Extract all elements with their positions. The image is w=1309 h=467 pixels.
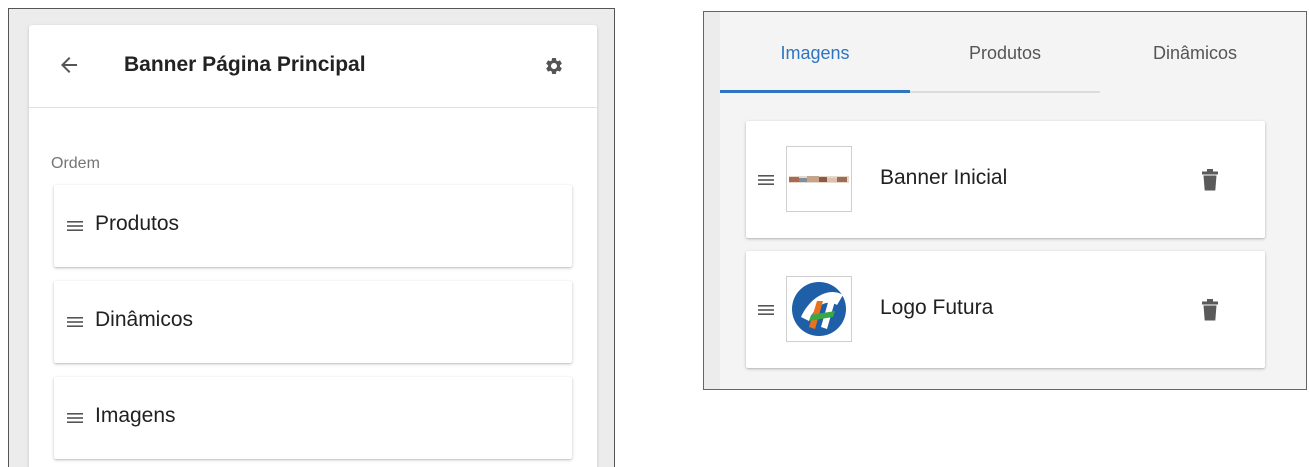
images-panel-screenshot: Imagens Produtos Dinâmicos Banner Inicia… <box>703 11 1307 390</box>
trash-icon[interactable] <box>1201 299 1219 321</box>
logo-thumbnail <box>786 276 852 342</box>
order-panel-screenshot: Banner Página Principal Ordem Produtos D… <box>8 8 615 467</box>
banner-settings-card: Banner Página Principal Ordem Produtos D… <box>29 25 597 467</box>
image-item-banner-inicial[interactable]: Banner Inicial <box>746 121 1265 238</box>
drag-handle-icon[interactable] <box>67 220 83 232</box>
page-title: Banner Página Principal <box>124 53 366 76</box>
card-header: Banner Página Principal <box>29 25 597 108</box>
images-panel: Imagens Produtos Dinâmicos Banner Inicia… <box>720 12 1306 389</box>
tab-produtos[interactable]: Produtos <box>910 12 1100 94</box>
tab-imagens[interactable]: Imagens <box>720 12 910 94</box>
active-tab-indicator <box>720 90 910 93</box>
trash-icon[interactable] <box>1201 169 1219 191</box>
image-item-logo-futura[interactable]: Logo Futura <box>746 251 1265 368</box>
gear-icon[interactable] <box>544 56 564 76</box>
order-item-label: Imagens <box>95 404 176 427</box>
banner-thumbnail-image <box>789 176 849 183</box>
arrow-left-icon[interactable] <box>57 53 81 77</box>
banner-thumbnail <box>786 146 852 212</box>
order-section-label: Ordem <box>51 155 100 172</box>
order-item-imagens[interactable]: Imagens <box>54 377 572 459</box>
image-name: Logo Futura <box>880 296 994 319</box>
drag-handle-icon[interactable] <box>758 174 774 186</box>
order-item-label: Produtos <box>95 212 180 235</box>
drag-handle-icon[interactable] <box>67 316 83 328</box>
image-name: Banner Inicial <box>880 166 1008 189</box>
tab-dinamicos[interactable]: Dinâmicos <box>1100 12 1290 94</box>
drag-handle-icon[interactable] <box>758 304 774 316</box>
logo-thumbnail-image <box>792 282 846 336</box>
order-item-dinamicos[interactable]: Dinâmicos <box>54 281 572 363</box>
drag-handle-icon[interactable] <box>67 412 83 424</box>
order-item-label: Dinâmicos <box>95 308 194 331</box>
order-item-produtos[interactable]: Produtos <box>54 185 572 267</box>
